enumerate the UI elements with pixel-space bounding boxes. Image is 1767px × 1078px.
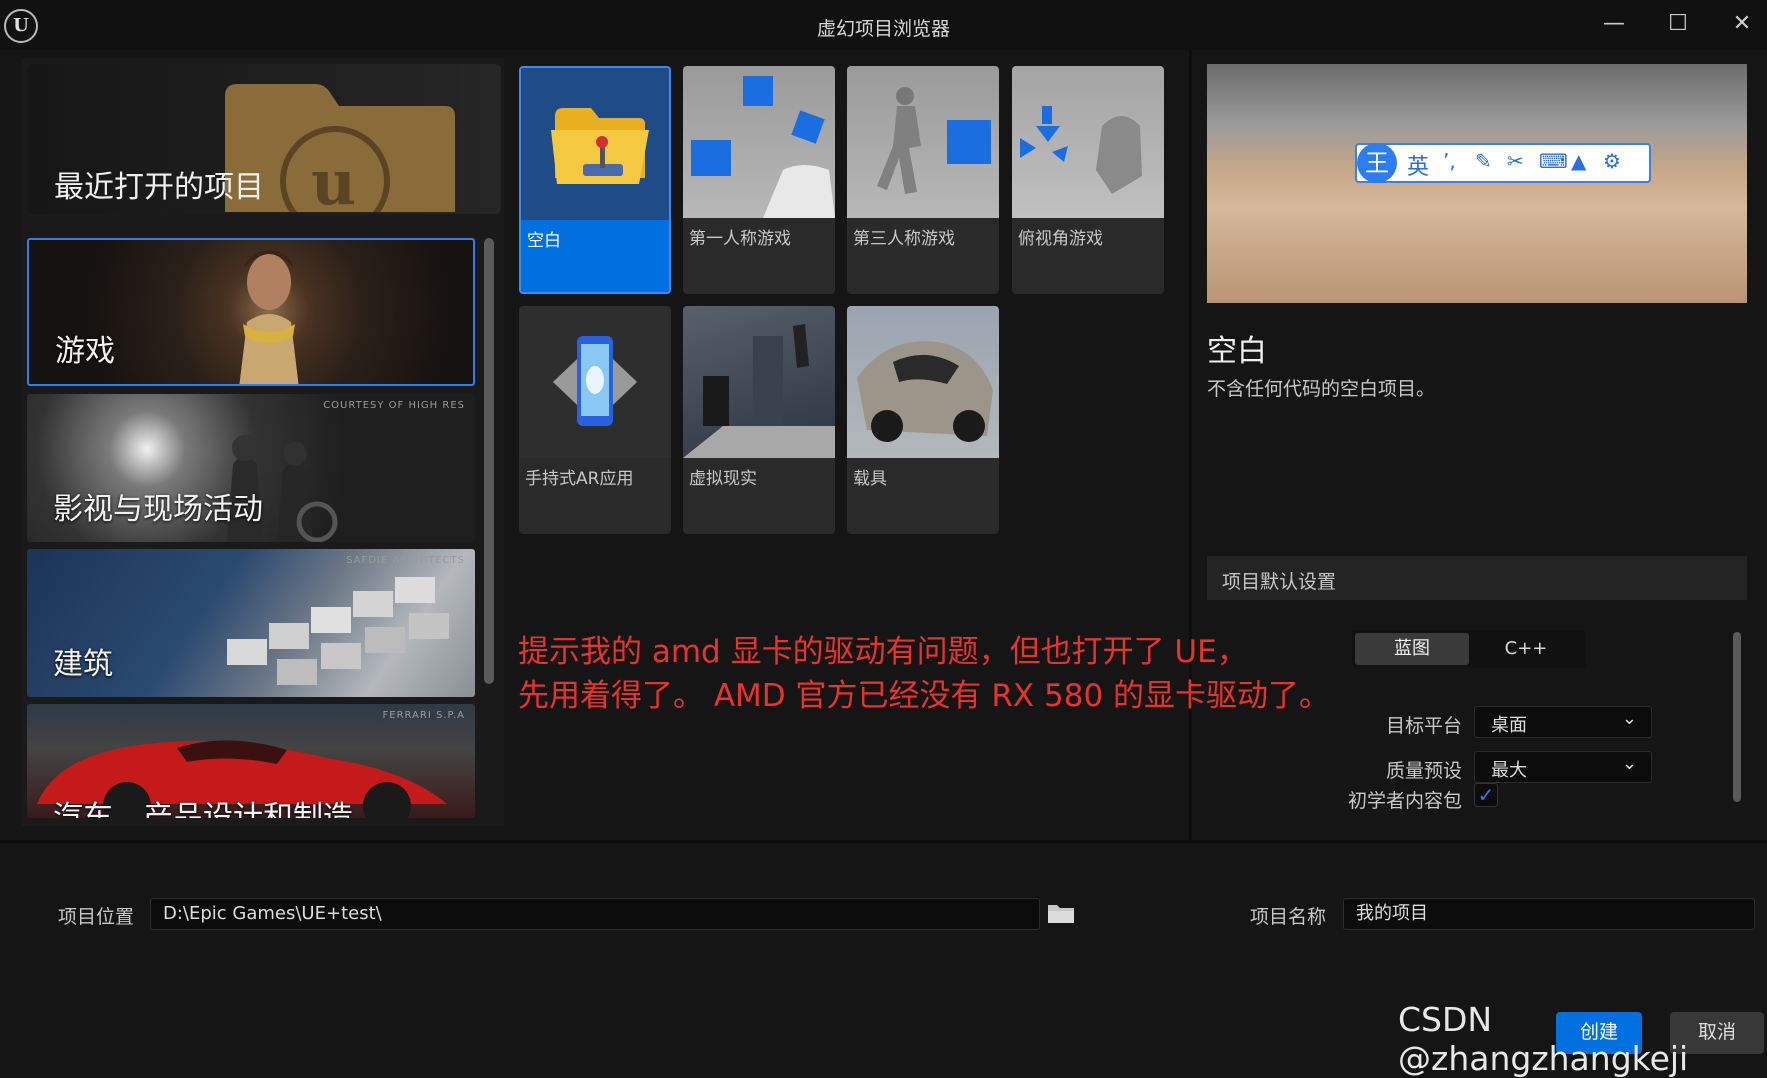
selected-template-description: 不含任何代码的空白项目。 — [1207, 378, 1436, 400]
vehicle-icon — [857, 341, 993, 442]
image-credit: FERRARI S.P.A — [382, 710, 465, 721]
project-location-label: 项目位置 — [58, 906, 135, 928]
template-label: 俯视角游戏 — [1018, 229, 1103, 249]
image-credit: SAFDIE ARCHITECTS — [346, 555, 465, 566]
template-first-person[interactable]: 第一人称游戏 — [683, 66, 835, 294]
watermark: CSDN @zhangzhangkeji — [1398, 1000, 1689, 1078]
template-label: 虚拟现实 — [689, 469, 757, 489]
category-games[interactable]: 游戏 — [27, 238, 475, 386]
annotation-line: 先用着得了。 AMD 官方已经没有 RX 580 的显卡驱动了。 — [518, 678, 1331, 714]
chevron-down-icon: ⌄ — [1621, 753, 1637, 774]
image-credit: COURTESY OF HIGH RES — [323, 400, 465, 411]
template-top-down[interactable]: 俯视角游戏 — [1012, 66, 1164, 294]
first-person-scene-icon — [691, 76, 835, 218]
minimize-button[interactable]: — — [1594, 6, 1634, 42]
category-film[interactable]: COURTESY OF HIGH RES 影视与现场活动 — [27, 394, 475, 542]
template-label: 第一人称游戏 — [689, 229, 791, 249]
svg-text:u: u — [311, 146, 356, 212]
settings-gear-icon[interactable]: ⚙ — [1603, 149, 1621, 173]
template-label: 空白 — [527, 231, 561, 251]
template-thumbnail — [519, 306, 671, 458]
panel-separator — [1189, 50, 1192, 840]
building-art — [227, 577, 449, 685]
blueprint-option[interactable]: 蓝图 — [1355, 633, 1469, 665]
pen-icon[interactable]: ✎ — [1475, 149, 1492, 173]
ime-mode[interactable]: 英 — [1407, 149, 1429, 181]
template-thumbnail — [847, 306, 999, 458]
project-name-input[interactable]: 我的项目 — [1343, 898, 1755, 930]
target-platform-value: 桌面 — [1491, 715, 1527, 736]
template-thumbnail — [1012, 66, 1164, 218]
starter-content-checkbox[interactable]: ✓ — [1474, 783, 1498, 807]
template-label: 第三人称游戏 — [853, 229, 955, 249]
quality-preset-dropdown[interactable]: 最大 ⌄ — [1474, 751, 1652, 783]
maximize-button[interactable]: ☐ — [1658, 6, 1698, 42]
category-automotive[interactable]: FERRARI S.P.A 汽车、产品设计和制造 — [27, 704, 475, 818]
ime-logo-icon[interactable]: 王 — [1357, 143, 1397, 183]
scissors-icon[interactable]: ✂ — [1507, 149, 1524, 173]
template-label: 手持式AR应用 — [525, 469, 634, 489]
project-name-label: 项目名称 — [1250, 906, 1327, 928]
cpp-option[interactable]: C++ — [1469, 633, 1583, 665]
third-person-scene-icon — [877, 87, 991, 194]
project-defaults-title: 项目默认设置 — [1222, 571, 1337, 593]
project-location-input[interactable]: D:\Epic Games\UE+test\ — [150, 898, 1040, 930]
character-art — [239, 250, 299, 384]
language-toggle: 蓝图 C++ — [1352, 630, 1586, 668]
template-third-person[interactable]: 第三人称游戏 — [847, 66, 999, 294]
skin-icon[interactable]: ▲ — [1571, 149, 1586, 173]
window-title: 虚幻项目浏览器 — [816, 18, 950, 40]
chevron-down-icon: ⌄ — [1621, 708, 1637, 729]
bottom-divider — [0, 840, 1767, 843]
recent-projects-label: 最近打开的项目 — [54, 170, 264, 205]
target-platform-dropdown[interactable]: 桌面 ⌄ — [1474, 706, 1652, 738]
template-blank[interactable]: 空白 — [519, 66, 671, 294]
template-thumbnail — [847, 66, 999, 218]
annotation-line: 提示我的 amd 显卡的驱动有问题，但也打开了 UE， — [518, 634, 1248, 670]
category-label: 建筑 — [53, 647, 113, 682]
selected-template-name: 空白 — [1207, 334, 1267, 369]
punctuation-icon[interactable]: ’, — [1443, 149, 1456, 173]
starter-content-label: 初学者内容包 — [1347, 790, 1462, 812]
template-thumbnail — [683, 306, 835, 458]
quality-preset-value: 最大 — [1491, 760, 1527, 781]
category-label: 汽车、产品设计和制造 — [53, 800, 353, 818]
ime-toolbar[interactable]: 英 ’, ✎ ✂ ⌨ ▲ ⚙ — [1355, 143, 1651, 183]
close-button[interactable]: ✕ — [1722, 6, 1762, 42]
template-thumbnail — [683, 66, 835, 218]
ar-phone-icon — [553, 336, 637, 426]
settings-scrollbar[interactable] — [1733, 632, 1741, 802]
template-label: 载具 — [853, 469, 887, 489]
template-thumbnail — [521, 68, 669, 220]
category-label: 影视与现场活动 — [53, 492, 263, 527]
template-preview-image — [1207, 64, 1747, 303]
category-scrollbar[interactable] — [484, 238, 494, 684]
quality-preset-label: 质量预设 — [1385, 760, 1462, 782]
category-architecture[interactable]: SAFDIE ARCHITECTS 建筑 — [27, 549, 475, 697]
user-annotation: 提示我的 amd 显卡的驱动有问题，但也打开了 UE， 先用着得了。 AMD 官… — [518, 630, 1358, 718]
vr-scene-icon — [683, 324, 835, 458]
folder-joystick-icon — [551, 108, 649, 184]
template-handheld-ar[interactable]: 手持式AR应用 — [519, 306, 671, 534]
category-label: 游戏 — [55, 334, 115, 369]
top-down-scene-icon — [1020, 106, 1142, 194]
keyboard-icon[interactable]: ⌨ — [1539, 149, 1568, 173]
template-vr[interactable]: 虚拟现实 — [683, 306, 835, 534]
browse-folder-icon[interactable] — [1046, 900, 1076, 926]
template-vehicle[interactable]: 载具 — [847, 306, 999, 534]
